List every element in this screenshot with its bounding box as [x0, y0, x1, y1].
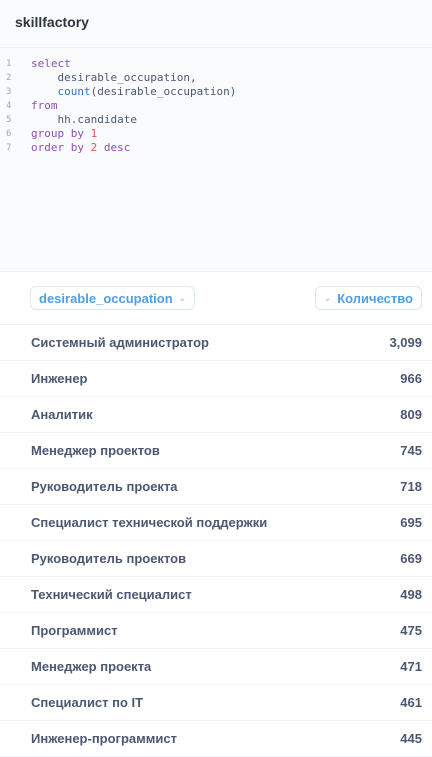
line-number: 5	[6, 115, 12, 125]
code-line: 4 from	[0, 99, 432, 113]
code-token: 1	[90, 127, 98, 140]
table-row: Аналитик 809	[0, 397, 432, 433]
table-row: Специалист технической поддержки 695	[0, 505, 432, 541]
table-row: Менеджер проектов 745	[0, 433, 432, 469]
occupation-cell: Инженер	[31, 371, 88, 386]
code-token: group by	[31, 127, 91, 140]
code-token: from	[31, 99, 58, 112]
table-row: Специалист по IT 461	[0, 685, 432, 721]
occupation-cell: Технический специалист	[31, 587, 192, 602]
count-cell: 471	[400, 659, 422, 674]
table-row: Технический специалист 498	[0, 577, 432, 613]
app-header: skillfactory	[0, 0, 432, 48]
column-header-count[interactable]: ⌄ Количество	[314, 286, 422, 310]
code-text: group by 1	[31, 127, 97, 141]
line-number: 4	[6, 101, 12, 111]
code-line: 7 order by 2 desc	[0, 141, 432, 155]
code-token: desc	[97, 141, 131, 154]
code-text: select	[31, 57, 71, 71]
line-number: 7	[6, 143, 12, 153]
table-row: Руководитель проектов 669	[0, 541, 432, 577]
line-number: 1	[6, 59, 12, 69]
occupation-cell: Менеджер проектов	[31, 443, 160, 458]
code-text: order by 2 desc	[31, 141, 130, 155]
table-row: Менеджер проекта 471	[0, 649, 432, 685]
chevron-down-icon: ⌄	[323, 292, 332, 303]
occupation-cell: Программист	[31, 623, 118, 638]
table-row: Инженер 966	[0, 361, 432, 397]
code-token: order by	[31, 141, 91, 154]
table-body: Системный администратор 3,099 Инженер 966 Ан…	[0, 325, 432, 757]
column-label: desirable_occupation	[39, 290, 173, 306]
count-cell: 498	[400, 587, 422, 602]
count-cell: 695	[400, 515, 422, 530]
count-cell: 809	[400, 407, 422, 422]
count-cell: 3,099	[389, 335, 422, 350]
code-text: desirable_occupation,	[31, 71, 197, 85]
code-token: desirable_occupation,	[31, 71, 197, 84]
code-text: count(desirable_occupation)	[31, 85, 237, 99]
occupation-cell: Системный администратор	[31, 335, 209, 350]
count-cell: 461	[400, 695, 422, 710]
occupation-cell: Специалист технической поддержки	[31, 515, 268, 530]
occupation-cell: Аналитик	[31, 407, 93, 422]
count-cell: 718	[400, 479, 422, 494]
table-row: Программист 475	[0, 613, 432, 649]
code-token: (desirable_occupation)	[90, 85, 237, 98]
code-line: 3 count(desirable_occupation)	[0, 85, 432, 99]
code-token: count	[57, 85, 91, 98]
code-token: hh.candidate	[31, 113, 137, 126]
code-token: select	[31, 57, 71, 70]
app-title: skillfactory	[15, 14, 89, 30]
occupation-cell: Инженер-программист	[31, 731, 177, 746]
line-number: 3	[6, 87, 12, 97]
chevron-down-icon: ⌄	[178, 292, 187, 303]
occupation-cell: Руководитель проекта	[31, 479, 178, 494]
table-row: Системный администратор 3,099	[0, 325, 432, 361]
column-header-occupation[interactable]: desirable_occupation ⌄	[30, 286, 196, 310]
occupation-cell: Руководитель проектов	[31, 551, 187, 566]
code-text: hh.candidate	[31, 113, 137, 127]
count-cell: 475	[400, 623, 422, 638]
table-row: Руководитель проекта 718	[0, 469, 432, 505]
code-text: from	[31, 99, 58, 113]
count-cell: 669	[400, 551, 422, 566]
count-cell: 745	[400, 443, 422, 458]
code-line: 2 desirable_occupation,	[0, 71, 432, 85]
line-number: 6	[6, 129, 12, 139]
code-line: 6 group by 1	[0, 127, 432, 141]
table-row: Инженер-программист 445	[0, 721, 432, 757]
code-line: 5 hh.candidate	[0, 113, 432, 127]
sql-editor[interactable]: 1 select 2 desirable_occupation, 3 count(de…	[0, 48, 432, 272]
occupation-cell: Менеджер проекта	[31, 659, 152, 674]
count-cell: 445	[400, 731, 422, 746]
line-number: 2	[6, 73, 12, 83]
column-label: Количество	[337, 290, 413, 306]
count-cell: 966	[400, 371, 422, 386]
occupation-cell: Специалист по IT	[31, 695, 144, 710]
code-line: 1 select	[0, 57, 432, 71]
table-header: desirable_occupation ⌄ ⌄ Количество	[0, 272, 432, 325]
